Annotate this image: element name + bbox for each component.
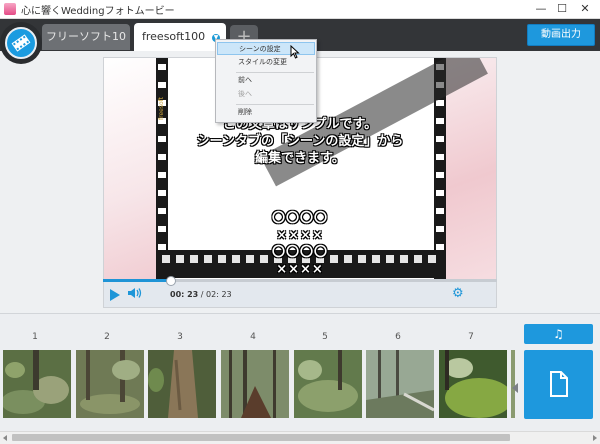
sample-text-line: 編集できます。	[255, 151, 345, 166]
menu-item-change-style[interactable]: スタイルの変更	[217, 56, 315, 69]
scene-thumbnail[interactable]	[148, 350, 216, 418]
sample-text: この文章はサンプルです。 シーンタブの「シーンの設定」から 編集できます。	[104, 116, 496, 167]
menu-item-move-after: 後へ	[238, 90, 252, 98]
scene-number: 5	[322, 332, 328, 342]
mouse-cursor-icon	[290, 45, 300, 59]
scene-thumbnail[interactable]	[3, 350, 71, 418]
progress-fill	[103, 279, 170, 282]
document-icon	[550, 371, 568, 397]
progress-bar[interactable]	[103, 276, 497, 286]
scene-number: 1	[32, 332, 38, 342]
scroll-left-arrow-icon[interactable]	[512, 383, 518, 393]
symbol-line: 〇〇〇〇	[271, 245, 328, 260]
total-time: / 02: 23	[198, 290, 232, 299]
music-note-icon: ♫	[553, 327, 564, 341]
title-bar: 心に響くWeddingフォトムービー — ☐ ✕	[0, 0, 600, 19]
gear-icon[interactable]: ⚙	[452, 287, 464, 300]
film-logo-icon	[5, 27, 37, 59]
menu-item-scene-settings[interactable]: シーンの設定	[217, 42, 315, 55]
progress-knob[interactable]	[165, 276, 176, 286]
current-time: 00: 23	[170, 290, 199, 299]
horizontal-scrollbar[interactable]	[0, 431, 600, 444]
player-controls	[103, 281, 497, 308]
app-icon	[4, 3, 16, 15]
close-button[interactable]: ✕	[570, 0, 600, 18]
volume-icon[interactable]	[127, 287, 143, 302]
scene-number: 4	[250, 332, 256, 342]
scene-thumbnail[interactable]	[76, 350, 144, 418]
scene-thumbnail[interactable]	[294, 350, 362, 418]
menu-item-move-before[interactable]: 前へ	[217, 74, 315, 87]
scene-number: 7	[468, 332, 474, 342]
export-video-button[interactable]: 動画出力	[527, 24, 595, 46]
symbol-line: ××××	[276, 262, 324, 277]
scene-thumbnail[interactable]	[366, 350, 434, 418]
symbol-line: 〇〇〇〇	[271, 211, 328, 226]
scroll-right-icon[interactable]	[593, 435, 597, 441]
sample-text-line: シーンタブの「シーンの設定」から	[196, 134, 404, 149]
scene-thumbnail[interactable]	[439, 350, 507, 418]
symbol-text: 〇〇〇〇 ×××× 〇〇〇〇 ××××	[104, 210, 496, 278]
music-button[interactable]: ♫	[524, 324, 593, 344]
app-window: 心に響くWeddingフォトムービー — ☐ ✕ フリーソフト10 freeso…	[0, 0, 600, 444]
add-scene-button[interactable]	[524, 350, 593, 419]
symbol-line: ××××	[276, 228, 324, 243]
scrollbar-thumb[interactable]	[12, 434, 510, 441]
menu-separator	[236, 104, 314, 105]
menu-separator	[236, 72, 314, 73]
tab-freesoft10[interactable]: フリーソフト10	[42, 24, 130, 50]
tab-freesoft100[interactable]: freesoft100 ▼	[134, 23, 226, 51]
window-title: 心に響くWeddingフォトムービー	[21, 6, 175, 17]
scroll-left-icon[interactable]	[3, 435, 7, 441]
scene-number: 3	[177, 332, 183, 342]
time-display: 00: 23 / 02: 23	[170, 290, 232, 299]
scene-number: 2	[104, 332, 110, 342]
scene-thumbnail[interactable]	[221, 350, 289, 418]
tab-label: freesoft100	[142, 30, 206, 43]
menu-item-delete[interactable]: 削除	[217, 106, 315, 119]
play-icon[interactable]	[110, 289, 120, 301]
scene-context-menu: シーンの設定 スタイルの変更 前へ 後へ 削除	[215, 39, 317, 123]
app-logo	[0, 22, 42, 64]
scene-number: 6	[395, 332, 401, 342]
